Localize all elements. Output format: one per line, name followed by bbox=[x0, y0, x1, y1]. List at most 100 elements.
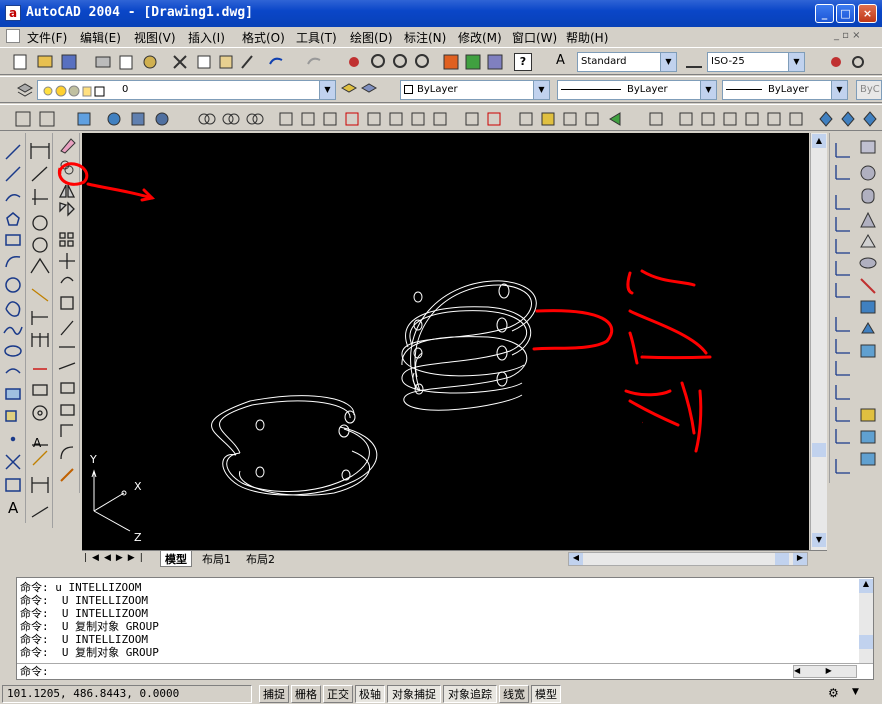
command-history-line: 命令: U INTELLIZOOM bbox=[20, 607, 148, 620]
mdi-controls[interactable]: _ ▫ × bbox=[834, 30, 861, 41]
draw-tools-icons[interactable]: A bbox=[0, 133, 26, 523]
coordinates-readout: 101.1205, 486.8443, 0.0000 bbox=[2, 685, 252, 703]
erase-button[interactable] bbox=[57, 135, 77, 155]
canvas-vertical-scrollbar[interactable]: ▲ ▼ bbox=[810, 133, 827, 550]
dimension-toolbar: A bbox=[27, 133, 53, 528]
red-annotation-strokes bbox=[532, 269, 712, 453]
menu-dimension[interactable]: 标注(N) bbox=[404, 29, 446, 46]
help-icon[interactable]: ? bbox=[514, 53, 532, 71]
grid-toggle[interactable]: 栅格 bbox=[291, 685, 321, 703]
ucs-z-label: Z bbox=[134, 531, 142, 544]
menu-modify[interactable]: 修改(M) bbox=[458, 29, 502, 46]
color-select[interactable]: ByLayer ▼ bbox=[400, 80, 550, 100]
svg-text:A: A bbox=[33, 436, 42, 450]
menu-help[interactable]: 帮助(H) bbox=[566, 29, 608, 46]
menu-file[interactable]: 文件(F) bbox=[27, 29, 67, 46]
menu-edit[interactable]: 编辑(E) bbox=[80, 29, 121, 46]
ucs-y-label: Y bbox=[89, 453, 97, 466]
tab-nav-arrows[interactable]: |◀◀▶▶| bbox=[84, 553, 148, 563]
scroll-up-icon[interactable]: ▲ bbox=[859, 579, 873, 593]
text-style-select[interactable]: Standard ▼ bbox=[577, 52, 677, 72]
menu-view[interactable]: 视图(V) bbox=[134, 29, 176, 46]
linetype-sample bbox=[561, 88, 621, 90]
ucs-tools-icons[interactable] bbox=[830, 133, 856, 483]
snap-toggle[interactable]: 捕捉 bbox=[259, 685, 289, 703]
scroll-right-icon[interactable]: ▶ bbox=[793, 553, 807, 565]
3d-view-icons[interactable] bbox=[14, 109, 882, 129]
menu-draw[interactable]: 绘图(D) bbox=[350, 29, 393, 46]
menu-bar: 文件(F) 编辑(E) 视图(V) 插入(I) 格式(O) 工具(T) 绘图(D… bbox=[0, 27, 882, 46]
dim-style-select[interactable]: ISO-25 ▼ bbox=[707, 52, 805, 72]
command-hscroll[interactable]: ◀ ▶ bbox=[793, 665, 857, 678]
draw-toolbar: A bbox=[0, 133, 26, 523]
polar-toggle[interactable]: 极轴 bbox=[355, 685, 385, 703]
menu-insert[interactable]: 插入(I) bbox=[188, 29, 225, 46]
tab-layout1[interactable]: 布局1 bbox=[198, 551, 235, 567]
command-history-line: 命令: U INTELLIZOOM bbox=[20, 633, 148, 646]
linetype-value: ByLayer bbox=[627, 84, 668, 95]
view-toolbar bbox=[0, 104, 882, 131]
lineweight-toggle[interactable]: 线宽 bbox=[499, 685, 529, 703]
color-value: ByLayer bbox=[417, 84, 458, 95]
tab-model[interactable]: 模型 bbox=[160, 551, 192, 567]
layer-tools-icons[interactable] bbox=[340, 82, 380, 98]
document-icon[interactable] bbox=[6, 29, 20, 43]
command-history-line: 命令: U INTELLIZOOM bbox=[20, 594, 148, 607]
menu-window[interactable]: 窗口(W) bbox=[512, 29, 557, 46]
copy-annotation-char-2: 制 bbox=[642, 421, 643, 424]
menu-tools[interactable]: 工具(T) bbox=[296, 29, 337, 46]
scroll-thumb[interactable] bbox=[859, 635, 873, 649]
plotstyle-select[interactable]: ByC bbox=[856, 80, 882, 100]
close-button[interactable]: × bbox=[858, 4, 877, 23]
layout-tab-bar: |◀◀▶▶| 模型 布局1 布局2 ◀ ▶ bbox=[82, 550, 827, 567]
dim-style-icon bbox=[686, 54, 702, 68]
dimension-tools-icons[interactable]: A bbox=[27, 133, 53, 528]
scroll-left-icon[interactable]: ◀ bbox=[569, 553, 583, 565]
tab-layout2[interactable]: 布局2 bbox=[242, 551, 279, 567]
standard-toolbar: ? A Standard ▼ ISO-25 ▼ bbox=[0, 47, 882, 75]
otrack-toggle[interactable]: 对象追踪 bbox=[443, 685, 497, 703]
standard-toolbar-icons[interactable] bbox=[8, 52, 508, 72]
menu-format[interactable]: 格式(O) bbox=[242, 29, 285, 46]
text-style-icon: A bbox=[556, 53, 565, 68]
drawing-canvas[interactable]: 复 制 Y X Z bbox=[82, 133, 809, 550]
dim-style-value: ISO-25 bbox=[711, 56, 745, 67]
properties-icons[interactable] bbox=[828, 54, 878, 70]
ucs-x-label: X bbox=[134, 480, 142, 493]
scroll-up-icon[interactable]: ▲ bbox=[812, 134, 826, 148]
command-history-line: 命令: U 复制对象 GROUP bbox=[20, 620, 159, 633]
command-history-scrollbar[interactable]: ▲ bbox=[859, 579, 873, 663]
layer-value: 0 bbox=[122, 84, 129, 95]
osnap-toggle[interactable]: 对象捕捉 bbox=[387, 685, 441, 703]
layer-select[interactable]: 0 ▼ bbox=[37, 80, 336, 100]
command-history-line: 命令: U 复制对象 GROUP bbox=[20, 646, 159, 659]
solids-toolbar bbox=[856, 133, 882, 473]
solids-tools-icons[interactable] bbox=[856, 133, 882, 473]
canvas-horizontal-scrollbar[interactable]: ◀ ▶ bbox=[568, 552, 808, 566]
layer-state-icons bbox=[43, 85, 105, 97]
lineweight-select[interactable]: ByLayer ▼ bbox=[722, 80, 848, 100]
maximize-button[interactable]: □ bbox=[836, 4, 855, 23]
modify-tools-icons[interactable] bbox=[57, 181, 77, 491]
color-swatch bbox=[404, 84, 413, 94]
linetype-select[interactable]: ByLayer ▼ bbox=[557, 80, 717, 100]
drawing-content: 复 制 Y X Z bbox=[89, 269, 712, 544]
model-toggle[interactable]: 模型 bbox=[531, 685, 561, 703]
chevron-down-icon: ▼ bbox=[700, 81, 716, 99]
window-title: AutoCAD 2004 - [Drawing1.dwg] bbox=[26, 5, 253, 20]
scroll-thumb[interactable] bbox=[812, 443, 826, 457]
minimize-button[interactable]: _ bbox=[815, 4, 834, 23]
scroll-down-icon[interactable]: ▼ bbox=[812, 533, 826, 547]
layer-manager-icon[interactable] bbox=[16, 82, 34, 98]
comm-center-icon[interactable]: ⚙ bbox=[828, 686, 844, 702]
red-highlight-annotation bbox=[57, 162, 156, 202]
command-input-line[interactable]: 命令: ◀ ▶ bbox=[17, 663, 873, 679]
command-window: 命令: u INTELLIZOOM 命令: U INTELLIZOOM 命令: … bbox=[16, 577, 874, 680]
autocad-app-icon[interactable]: a bbox=[5, 5, 21, 21]
ortho-toggle[interactable]: 正交 bbox=[323, 685, 353, 703]
copy-annotation-char-1: 复 bbox=[642, 351, 643, 354]
status-menu-chevron-icon[interactable]: ▼ bbox=[852, 687, 859, 697]
eraser-icon bbox=[60, 138, 76, 154]
layers-properties-toolbar: 0 ▼ ByLayer ▼ ByLayer ▼ ByLayer ▼ ByC bbox=[0, 76, 882, 103]
hscroll-thumb[interactable] bbox=[775, 553, 789, 565]
